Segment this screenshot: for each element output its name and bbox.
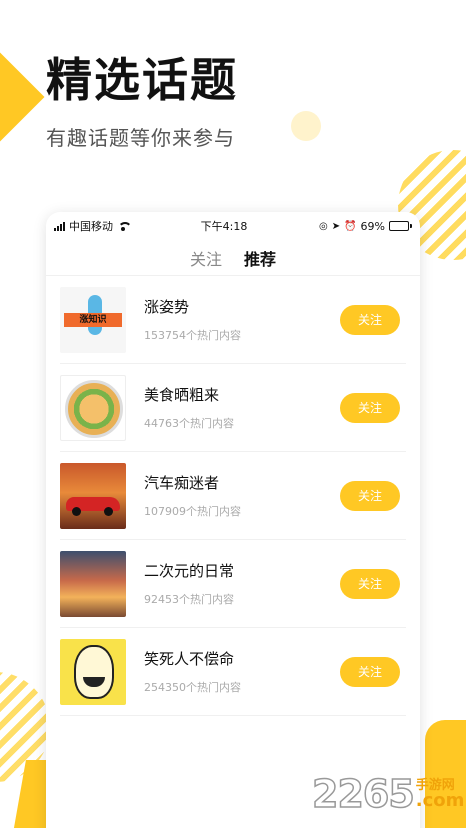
topic-name: 二次元的日常 <box>144 562 235 580</box>
status-time: 下午4:18 <box>200 220 248 233</box>
thumb-caption: 涨知识 <box>64 312 122 327</box>
phone-mockup: 中国移动 下午4:18 ◎ ➤ ⏰ 69% 关注 推荐 涨知识 涨姿势 1537… <box>46 212 420 828</box>
signal-icon <box>54 221 65 231</box>
decor-triangle <box>0 47 45 147</box>
wifi-icon <box>117 221 132 231</box>
topic-thumbnail <box>60 638 126 705</box>
follow-button[interactable]: 关注 <box>340 392 400 423</box>
topic-count: 44763个热门内容 <box>144 417 234 430</box>
decor-circle <box>291 111 321 141</box>
location-icon: ➤ <box>331 220 341 232</box>
battery-icon <box>388 221 412 231</box>
rotation-lock-icon: ◎ <box>318 220 328 232</box>
topic-row[interactable]: 二次元的日常 92453个热门内容 关注 <box>60 540 406 628</box>
promo-subhead: 有趣话题等你来参与 <box>46 126 235 150</box>
topic-name: 涨姿势 <box>144 298 190 316</box>
site-watermark: 2265 手游网 .com <box>311 771 465 817</box>
topic-list: 涨知识 涨姿势 153754个热门内容 关注 美食晒粗来 44763个热门内容 … <box>46 276 420 716</box>
topic-thumbnail <box>60 550 126 617</box>
follow-button[interactable]: 关注 <box>340 304 400 335</box>
topic-name: 笑死人不偿命 <box>144 650 235 668</box>
meme-face-image <box>74 644 114 699</box>
topic-row[interactable]: 汽车痴迷者 107909个热门内容 关注 <box>60 452 406 540</box>
topic-count: 254350个热门内容 <box>144 681 241 694</box>
topic-count: 153754个热门内容 <box>144 329 241 342</box>
promo-screen: 精选话题 有趣话题等你来参与 中国移动 下午4:18 ◎ ➤ ⏰ 69% 关注 <box>0 0 466 828</box>
topic-thumbnail: 涨知识 <box>60 286 126 353</box>
promo-headline: 精选话题 <box>46 53 238 107</box>
follow-button[interactable]: 关注 <box>340 656 400 687</box>
topic-row[interactable]: 美食晒粗来 44763个热门内容 关注 <box>60 364 406 452</box>
follow-button[interactable]: 关注 <box>340 568 400 599</box>
watermark-com: .com <box>415 789 465 811</box>
topic-count: 92453个热门内容 <box>144 593 234 606</box>
tab-recommended[interactable]: 推荐 <box>244 246 276 270</box>
topic-name: 汽车痴迷者 <box>144 474 220 492</box>
alarm-icon: ⏰ <box>344 220 357 232</box>
topic-name: 美食晒粗来 <box>144 386 220 404</box>
tab-following[interactable]: 关注 <box>190 246 222 270</box>
topic-count: 107909个热门内容 <box>144 505 241 518</box>
food-plate-image <box>65 379 123 438</box>
carrier-label: 中国移动 <box>69 220 113 233</box>
topic-row[interactable]: 笑死人不偿命 254350个热门内容 关注 <box>60 628 406 716</box>
topic-thumbnail <box>60 462 126 529</box>
topic-thumbnail <box>60 374 126 441</box>
topic-row[interactable]: 涨知识 涨姿势 153754个热门内容 关注 <box>60 276 406 364</box>
follow-button[interactable]: 关注 <box>340 480 400 511</box>
watermark-number: 2265 <box>311 771 415 817</box>
battery-percent: 69% <box>360 219 385 233</box>
status-bar: 中国移动 下午4:18 ◎ ➤ ⏰ 69% <box>46 212 420 240</box>
tab-bar: 关注 推荐 <box>46 240 420 276</box>
